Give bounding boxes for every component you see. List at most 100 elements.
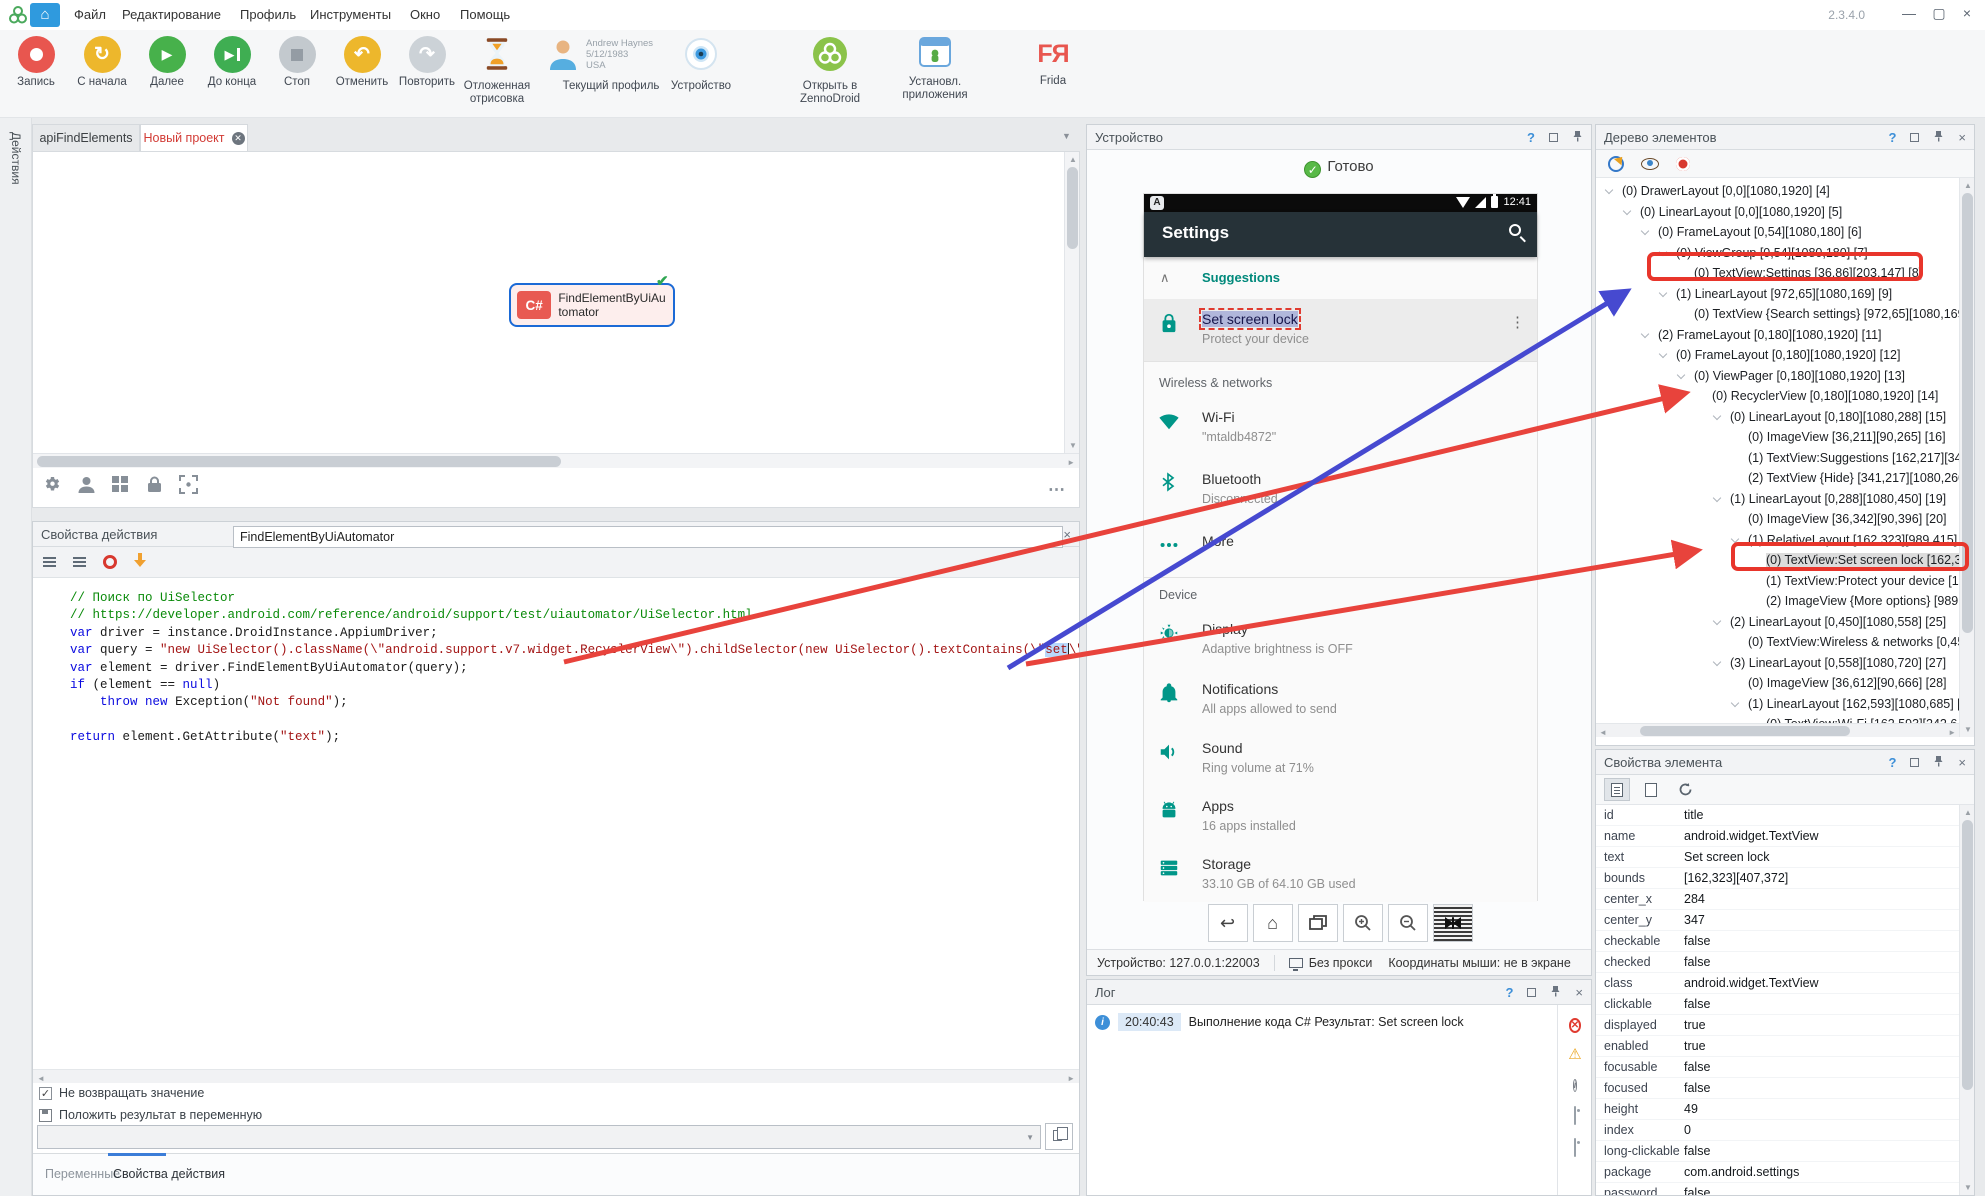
- prop-row[interactable]: index0: [1596, 1120, 1959, 1141]
- tree-item[interactable]: (0) TextView {Search settings} [972,65][…: [1596, 304, 1959, 325]
- help-icon[interactable]: ?: [1888, 131, 1896, 144]
- copy-button[interactable]: [1045, 1123, 1073, 1150]
- settings-item-bluetooth[interactable]: BluetoothDisconnected: [1144, 459, 1537, 521]
- tree-item[interactable]: (1) TextView:Protect your device [162,37…: [1596, 571, 1959, 592]
- down-arrow-icon[interactable]: [133, 552, 147, 573]
- menu-file[interactable]: Файл: [74, 7, 106, 22]
- tree-item[interactable]: (0) ImageView [36,211][90,265] [16]: [1596, 427, 1959, 448]
- prop-row[interactable]: long-clickablefalse: [1596, 1141, 1959, 1162]
- element-properties-table[interactable]: idtitlenameandroid.widget.TextViewtextSe…: [1596, 805, 1959, 1195]
- redo-button[interactable]: ↷ Повторить: [395, 36, 459, 89]
- prop-row[interactable]: enabledtrue: [1596, 1036, 1959, 1057]
- prop-row[interactable]: bounds[162,323][407,372]: [1596, 868, 1959, 889]
- settings-item-notifications[interactable]: NotificationsAll apps allowed to send: [1144, 669, 1537, 728]
- maximize-icon[interactable]: ▢: [1925, 5, 1953, 22]
- tree-item[interactable]: (1) TextView:Suggestions [162,217][341,2…: [1596, 448, 1959, 469]
- code-line[interactable]: [70, 712, 1079, 729]
- play-button[interactable]: ▶ Далее: [135, 36, 199, 89]
- settings-item-more[interactable]: More: [1144, 521, 1537, 577]
- tree-vscrollbar[interactable]: ▲ ▼: [1959, 178, 1974, 737]
- home-button[interactable]: ⌂: [30, 3, 60, 27]
- tree-hscrollbar[interactable]: ◄ ►: [1596, 723, 1959, 737]
- project-canvas[interactable]: C# FindElementByUiAutomator ✔ ▲ ▼ ► ⋯: [32, 151, 1080, 508]
- warnings-filter-icon[interactable]: ⚠: [1567, 1045, 1583, 1061]
- tree-item[interactable]: (0) ImageView [36,612][90,666] [28]: [1596, 673, 1959, 694]
- code-line[interactable]: return element.GetAttribute("text");: [70, 729, 1079, 746]
- help-icon[interactable]: ?: [1505, 986, 1513, 999]
- tree-item[interactable]: (0) TextView:Wireless & networks [0,450]…: [1596, 632, 1959, 653]
- list-edit-icon[interactable]: [73, 556, 87, 569]
- code-line[interactable]: // Поиск по UiSelector: [70, 590, 1079, 607]
- props-vscrollbar[interactable]: ▲ ▼: [1959, 805, 1974, 1195]
- prop-row[interactable]: height49: [1596, 1099, 1959, 1120]
- prop-row[interactable]: center_y347: [1596, 910, 1959, 931]
- pin-icon[interactable]: [1933, 755, 1944, 769]
- tree-item[interactable]: (3) LinearLayout [0,558][1080,720] [27]: [1596, 653, 1959, 674]
- prop-row[interactable]: nameandroid.widget.TextView: [1596, 826, 1959, 847]
- device-header[interactable]: Устройство ?: [1087, 125, 1591, 150]
- maximize-icon[interactable]: [1910, 133, 1919, 142]
- menu-window[interactable]: Окно: [410, 7, 440, 22]
- code-line[interactable]: if (element == null): [70, 677, 1079, 694]
- settings-item-lock[interactable]: Set screen lockProtect your device⋮: [1144, 299, 1537, 361]
- no-return-checkbox[interactable]: ✓ Не возвращать значение: [39, 1086, 204, 1100]
- lock-icon[interactable]: [145, 475, 165, 495]
- tree-item[interactable]: (0) TextView:Settings [36,86][203,147] […: [1596, 263, 1959, 284]
- tree-item[interactable]: (0) FrameLayout [0,180][1080,1920] [12]: [1596, 345, 1959, 366]
- frida-button[interactable]: FЯ Frida: [1021, 36, 1085, 88]
- prop-row[interactable]: clickablefalse: [1596, 994, 1959, 1015]
- tree-item[interactable]: (0) TextView:Set screen lock [162,323][4…: [1596, 550, 1959, 571]
- prop-row[interactable]: checkablefalse: [1596, 931, 1959, 952]
- tab-close-icon[interactable]: ✕: [232, 132, 245, 145]
- code-line[interactable]: throw new Exception("Not found");: [70, 694, 1079, 711]
- menu-edit[interactable]: Редактирование: [122, 7, 221, 22]
- put-result-row[interactable]: Положить результат в переменную: [39, 1108, 262, 1122]
- close-icon[interactable]: ×: [1958, 756, 1966, 769]
- collapse-icon[interactable]: ∧: [1160, 270, 1170, 286]
- device-button[interactable]: Устройство: [666, 36, 736, 93]
- pin-icon[interactable]: [1550, 985, 1561, 999]
- tree-item[interactable]: (2) LinearLayout [0,450][1080,558] [25]: [1596, 612, 1959, 633]
- search-icon[interactable]: [1509, 224, 1521, 236]
- code-editor[interactable]: // Поиск по UiSelector// https://develop…: [33, 578, 1079, 1069]
- tree-item[interactable]: (0) TextView:Wi-Fi [162,593][242,642] [3…: [1596, 714, 1959, 723]
- prop-row[interactable]: displayedtrue: [1596, 1015, 1959, 1036]
- action-block-findelementbyuiautomator[interactable]: C# FindElementByUiAutomator: [509, 283, 675, 327]
- tree-item[interactable]: (0) ImageView [36,342][90,396] [20]: [1596, 509, 1959, 530]
- close-icon[interactable]: ×: [1575, 986, 1583, 999]
- record-ring-icon[interactable]: [103, 555, 117, 569]
- grid-icon[interactable]: [111, 475, 131, 495]
- list-settings-icon[interactable]: [43, 556, 57, 569]
- tree-item[interactable]: (1) RelativeLayout [162,323][989,415] [2…: [1596, 530, 1959, 551]
- record-icon[interactable]: [1676, 157, 1690, 171]
- actions-strip[interactable]: Действия: [0, 118, 32, 1196]
- settings-gear-icon[interactable]: [43, 475, 63, 495]
- tab-action-properties[interactable]: Свойства действия: [113, 1167, 225, 1181]
- item-menu-icon[interactable]: ⋮: [1510, 313, 1525, 331]
- back-button[interactable]: ↩: [1208, 904, 1248, 942]
- pin-icon[interactable]: [1572, 130, 1583, 144]
- suggestions-header[interactable]: ∧Suggestions: [1144, 257, 1537, 299]
- installed-apps-button[interactable]: Установл. приложения: [887, 36, 983, 101]
- menu-help[interactable]: Помощь: [460, 7, 510, 22]
- prop-row[interactable]: passwordfalse: [1596, 1183, 1959, 1195]
- close-icon[interactable]: ×: [1958, 131, 1966, 144]
- tree-item[interactable]: (2) FrameLayout [0,180][1080,1920] [11]: [1596, 325, 1959, 346]
- element-tree[interactable]: (0) DrawerLayout [0,0][1080,1920] [4](0)…: [1596, 178, 1959, 723]
- tree-item[interactable]: (1) LinearLayout [0,288][1080,450] [19]: [1596, 489, 1959, 510]
- recents-button[interactable]: [1298, 904, 1338, 942]
- close-icon[interactable]: ×: [1063, 528, 1071, 541]
- device-screen[interactable]: A 12:41 Settings ∧SuggestionsSet screen …: [1143, 193, 1538, 901]
- open-zennodroid-button[interactable]: Открыть в ZennoDroid: [782, 36, 878, 105]
- tree-item[interactable]: (0) ViewPager [0,180][1080,1920] [13]: [1596, 366, 1959, 387]
- prop-row[interactable]: checkedfalse: [1596, 952, 1959, 973]
- tab-overflow-icon[interactable]: ▼: [1062, 131, 1071, 141]
- code-line[interactable]: // https://developer.android.com/referen…: [70, 607, 1079, 624]
- refresh-icon[interactable]: [1672, 778, 1698, 801]
- tree-item[interactable]: (0) ViewGroup [0,54][1080,180] [7]: [1596, 243, 1959, 264]
- stop-button[interactable]: Стоп: [265, 36, 329, 89]
- tree-item[interactable]: (0) RecyclerView [0,180][1080,1920] [14]: [1596, 386, 1959, 407]
- butterfly-button[interactable]: [1433, 904, 1473, 942]
- result-variable-dropdown[interactable]: ▼: [37, 1125, 1041, 1149]
- tab-variables[interactable]: Переменные: [45, 1167, 120, 1181]
